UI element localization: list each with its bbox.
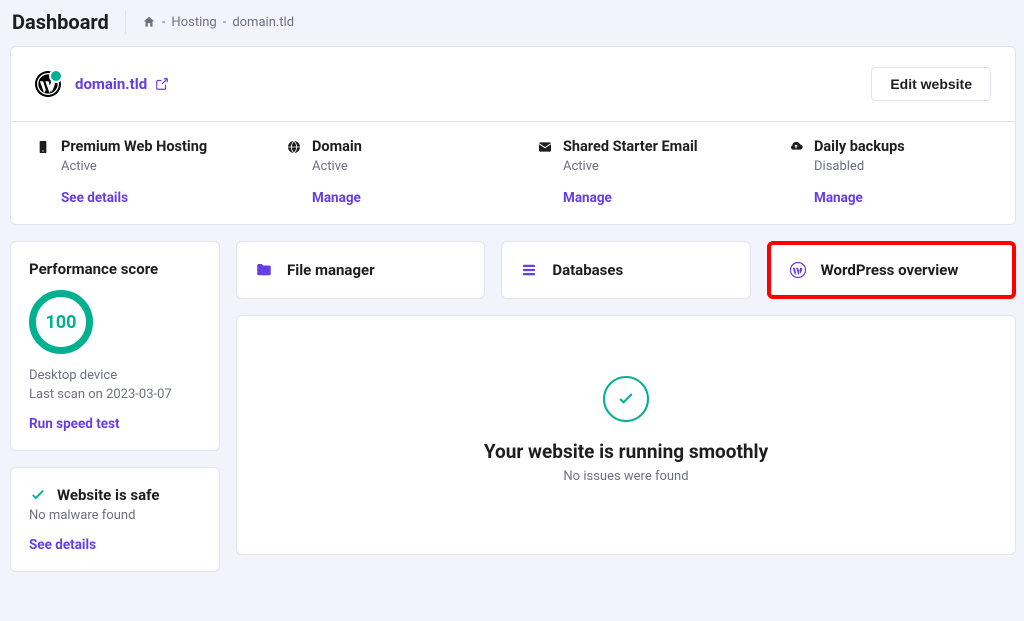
databases-tile[interactable]: Databases	[501, 241, 750, 299]
service-status: Active	[312, 159, 489, 174]
page-header: Dashboard - Hosting - domain.tld	[10, 10, 1016, 46]
breadcrumb-domain[interactable]: domain.tld	[232, 15, 294, 30]
safety-card: Website is safe No malware found See det…	[10, 467, 220, 572]
performance-device: Desktop device	[29, 368, 201, 383]
home-icon	[142, 15, 156, 29]
run-speed-test-link[interactable]: Run speed test	[29, 416, 201, 432]
service-link-manage[interactable]: Manage	[312, 190, 489, 206]
email-icon	[537, 139, 553, 155]
safety-details-link[interactable]: See details	[29, 537, 201, 553]
service-hosting: Premium Web Hosting Active See details	[11, 122, 262, 224]
performance-score-value: 100	[46, 312, 77, 333]
database-icon	[520, 261, 538, 279]
wordpress-logo-icon	[35, 71, 61, 97]
breadcrumb-hosting[interactable]: Hosting	[171, 15, 216, 30]
external-link-icon	[155, 77, 169, 91]
status-sub: No issues were found	[257, 469, 995, 484]
performance-last-scan: Last scan on 2023-03-07	[29, 387, 201, 402]
service-link-manage[interactable]: Manage	[563, 190, 740, 206]
safety-heading: Website is safe	[57, 486, 159, 504]
domain-name-text: domain.tld	[75, 75, 147, 93]
tile-label: File manager	[287, 261, 375, 279]
wordpress-icon	[789, 261, 807, 279]
performance-heading: Performance score	[29, 260, 201, 278]
service-link-see-details[interactable]: See details	[61, 190, 238, 206]
divider	[125, 10, 126, 34]
tile-label: WordPress overview	[821, 261, 959, 279]
breadcrumb[interactable]: - Hosting - domain.tld	[142, 15, 294, 30]
status-heading: Your website is running smoothly	[257, 440, 995, 463]
check-icon	[29, 486, 47, 504]
domain-link[interactable]: domain.tld	[75, 75, 169, 93]
service-status: Active	[61, 159, 238, 174]
server-icon	[35, 139, 51, 155]
service-title: Domain	[312, 138, 362, 155]
service-status: Disabled	[814, 159, 991, 174]
page-title: Dashboard	[12, 10, 109, 34]
safety-sub: No malware found	[29, 508, 201, 523]
service-domain: Domain Active Manage	[262, 122, 513, 224]
wordpress-overview-tile[interactable]: WordPress overview	[767, 241, 1016, 299]
service-status: Active	[563, 159, 740, 174]
file-manager-tile[interactable]: File manager	[236, 241, 485, 299]
service-backups: Daily backups Disabled Manage	[764, 122, 1015, 224]
tile-label: Databases	[552, 261, 623, 279]
performance-score-circle: 100	[29, 290, 93, 354]
cloud-icon	[788, 139, 804, 155]
service-title: Shared Starter Email	[563, 138, 698, 155]
status-ok-icon	[603, 376, 649, 422]
globe-icon	[286, 139, 302, 155]
folder-icon	[255, 261, 273, 279]
performance-card: Performance score 100 Desktop device Las…	[10, 241, 220, 451]
service-title: Premium Web Hosting	[61, 138, 207, 155]
service-title: Daily backups	[814, 138, 905, 155]
overview-card: domain.tld Edit website Premium Web Host…	[10, 46, 1016, 225]
site-status-panel: Your website is running smoothly No issu…	[236, 315, 1016, 555]
service-link-manage[interactable]: Manage	[814, 190, 991, 206]
edit-website-button[interactable]: Edit website	[871, 67, 991, 101]
service-email: Shared Starter Email Active Manage	[513, 122, 764, 224]
